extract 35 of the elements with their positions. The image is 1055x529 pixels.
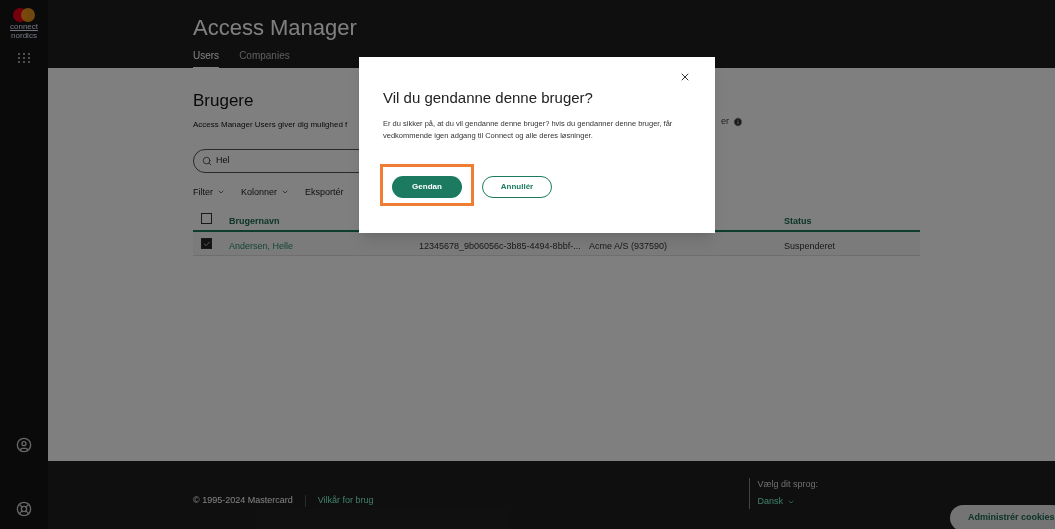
search-value: Hel	[216, 153, 230, 167]
close-icon[interactable]	[679, 71, 691, 83]
app-grid-icon[interactable]	[17, 52, 31, 64]
toolbar-button[interactable]: Filter	[193, 185, 225, 199]
terms-link[interactable]: Vilkår for brug	[317, 494, 374, 508]
column-header[interactable]: Brugernavn	[229, 215, 280, 226]
table-cell: Suspenderet	[784, 240, 836, 251]
restore-button[interactable]: Gendan	[392, 175, 462, 198]
table-row[interactable]: Andersen, Helle 12345678_9b06056c-3b85-4494-8bbf-... Acme A/S (937590) Suspenderet	[193, 232, 920, 256]
toolbar-button[interactable]: Eksportér	[305, 185, 344, 199]
logo-icon	[13, 8, 35, 22]
checkbox[interactable]	[201, 238, 212, 249]
checkbox[interactable]	[201, 213, 212, 224]
cancel-button[interactable]: Annullér	[482, 175, 552, 198]
section-description: er	[721, 114, 729, 128]
section-heading: Brugere	[193, 90, 254, 112]
cookies-button[interactable]: Administrér cookies	[950, 505, 1055, 529]
search-icon	[202, 155, 212, 166]
toolbar-button[interactable]: Kolonner	[241, 185, 290, 199]
column-header[interactable]: Status	[784, 215, 812, 226]
table-cell: 12345678_9b06056c-3b85-4494-8bbf-...	[419, 240, 581, 251]
help-icon[interactable]	[16, 501, 32, 517]
language-dropdown[interactable]: Dansk	[757, 495, 819, 509]
nav-tab[interactable]: Companies	[239, 48, 290, 69]
copyright-text: © 1995-2024 Mastercard	[193, 494, 293, 508]
dialog-title: Vil du gendanne denne bruger?	[383, 88, 594, 108]
page-title: Access Manager	[193, 14, 358, 42]
table-cell: Acme A/S (937590)	[589, 240, 668, 251]
table-cell: Andersen, Helle	[229, 240, 294, 251]
logo-subcaption: nordics	[11, 31, 37, 40]
user-icon[interactable]	[16, 437, 32, 453]
language-label: Vælg dit sprog:	[757, 477, 819, 491]
logo-caption: connect	[10, 22, 38, 31]
info-icon[interactable]	[733, 116, 743, 127]
section-description: Access Manager Users giver dig mulighed f	[193, 119, 348, 129]
